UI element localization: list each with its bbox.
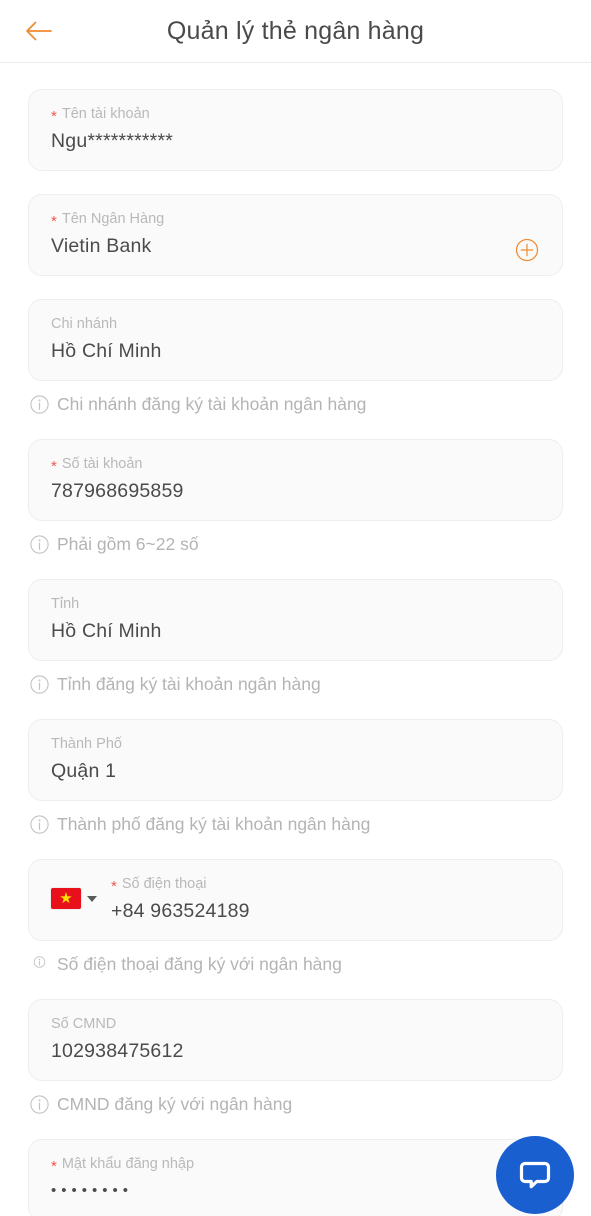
required-star-icon: * [51,457,57,475]
phone-hint: Số điện thoại đăng ký với ngân hàng [30,952,563,976]
account-number-label: Số tài khoản [61,456,143,472]
field-account-number[interactable]: * Số tài khoản 787968695859 [28,439,563,521]
info-circle-icon [30,674,49,694]
province-label: Tỉnh [51,596,80,612]
required-star-icon: * [51,107,57,125]
field-city[interactable]: Thành Phố Quận 1 [28,719,563,801]
account-number-label-row: * Số tài khoản [51,454,544,474]
page-header: Quản lý thẻ ngân hàng [0,0,591,63]
field-id-number[interactable]: Số CMND 102938475612 [28,999,563,1081]
city-value: Quận 1 [51,760,117,782]
required-star-icon: * [51,212,57,230]
city-hint: Thành phố đăng ký tài khoản ngân hàng [30,812,563,836]
bank-name-label: Tên Ngân Hàng [61,211,165,227]
phone-body: * Số điện thoại +84 963524189 [111,874,544,926]
city-label: Thành Phố [51,736,122,752]
id-number-hint: CMND đăng ký với ngân hàng [30,1092,563,1116]
bank-name-label-row: * Tên Ngân Hàng [51,209,544,229]
city-label-row: Thành Phố [51,734,544,754]
phone-value: +84 963524189 [111,900,250,922]
account-name-value: Ngu*********** [51,130,174,152]
field-account-name[interactable]: * Tên tài khoản Ngu*********** [28,89,563,171]
chat-widget-button[interactable] [496,1136,574,1214]
account-name-label: Tên tài khoản [61,106,150,122]
account-name-label-row: * Tên tài khoản [51,104,544,124]
id-number-hint-text: CMND đăng ký với ngân hàng [57,1094,293,1114]
info-circle-icon [33,955,46,968]
id-number-value: 102938475612 [51,1040,184,1062]
city-hint-text: Thành phố đăng ký tài khoản ngân hàng [57,814,371,834]
country-code-selector[interactable]: ★ [51,874,97,909]
branch-value: Hồ Chí Minh [51,340,162,362]
field-branch[interactable]: Chi nhánh Hồ Chí Minh [28,299,563,381]
account-number-hint: Phải gồm 6~22 số [30,532,563,556]
info-circle-icon [30,1094,49,1114]
required-star-icon: * [111,877,117,895]
phone-label: Số điện thoại [121,876,207,892]
flag-star-icon: ★ [59,890,73,907]
arrow-left-icon [26,21,52,41]
account-number-value: 787968695859 [51,480,184,502]
branch-label-row: Chi nhánh [51,314,544,334]
back-button[interactable] [16,9,60,53]
caret-down-icon [87,895,97,902]
plus-circle-icon [515,238,539,262]
branch-hint: Chi nhánh đăng ký tài khoản ngân hàng [30,392,563,416]
id-number-label-row: Số CMND [51,1014,544,1034]
field-bank-name[interactable]: * Tên Ngân Hàng Vietin Bank [28,194,563,276]
phone-row: ★ * Số điện thoại +84 963524189 [51,874,544,926]
province-hint-text: Tỉnh đăng ký tài khoản ngân hàng [57,674,321,694]
bank-name-value: Vietin Bank [51,235,152,257]
branch-label: Chi nhánh [51,316,118,332]
account-number-hint-text: Phải gồm 6~22 số [57,534,199,554]
login-password-value: •••••••• [51,1182,134,1199]
page-title: Quản lý thẻ ngân hàng [166,16,425,45]
bank-card-management-screen: Quản lý thẻ ngân hàng * Tên tài khoản Ng… [0,0,591,1216]
id-number-label: Số CMND [51,1016,117,1032]
phone-label-row: * Số điện thoại [111,874,544,894]
login-password-label: Mật khẩu đăng nhập [61,1156,195,1172]
phone-hint-text: Số điện thoại đăng ký với ngân hàng [57,954,342,974]
field-province[interactable]: Tỉnh Hồ Chí Minh [28,579,563,661]
info-circle-icon [30,534,49,554]
required-star-icon: * [51,1157,57,1175]
province-label-row: Tỉnh [51,594,544,614]
province-hint: Tỉnh đăng ký tài khoản ngân hàng [30,672,563,696]
province-value: Hồ Chí Minh [51,620,162,642]
add-bank-button[interactable] [510,233,544,267]
info-circle-icon [30,814,49,834]
field-login-password[interactable]: * Mật khẩu đăng nhập •••••••• [28,1139,563,1216]
bank-card-form: * Tên tài khoản Ngu*********** * Tên Ngâ… [0,89,591,1216]
vietnam-flag-icon: ★ [51,888,81,909]
field-phone[interactable]: ★ * Số điện thoại +84 963524189 [28,859,563,941]
info-circle-icon [30,394,49,414]
login-password-label-row: * Mật khẩu đăng nhập [51,1154,544,1174]
branch-hint-text: Chi nhánh đăng ký tài khoản ngân hàng [57,394,367,414]
chat-bubble-icon [519,1161,551,1189]
